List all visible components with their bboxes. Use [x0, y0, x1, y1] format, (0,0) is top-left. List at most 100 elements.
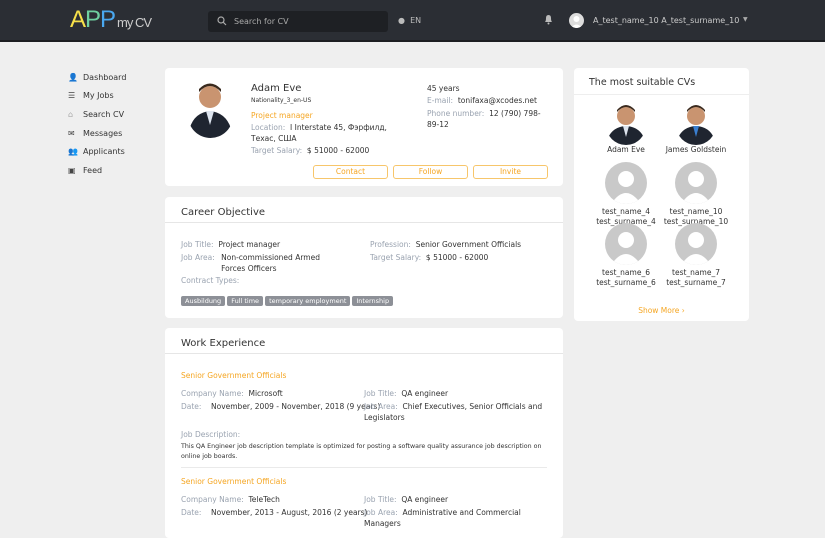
- language-label: EN: [410, 16, 422, 25]
- globe-icon: ●: [398, 16, 405, 25]
- email-value[interactable]: tonifaxa@xcodes.net: [458, 96, 537, 105]
- job-title-value: Project manager: [218, 240, 281, 249]
- envelope-icon: ✉: [68, 128, 75, 138]
- divider: [181, 467, 547, 468]
- job-area-label: Job Area:: [181, 253, 215, 262]
- cv-name-line2: test_surname_7: [666, 278, 726, 287]
- default-avatar-icon: [605, 162, 647, 204]
- chevron-down-icon[interactable]: ▼: [743, 16, 748, 23]
- job-title-label: Job Title:: [181, 240, 214, 249]
- cv-photo: [676, 103, 716, 145]
- job-title-label: Job Title:: [364, 389, 397, 398]
- job-area-label: Job Area:: [364, 402, 398, 411]
- default-avatar-icon: [675, 162, 717, 204]
- career-objective-card: Career Objective Job Title: Project mana…: [165, 197, 563, 318]
- profile-position: Project manager: [251, 111, 313, 120]
- search-icon: [217, 16, 227, 26]
- target-salary-value: $ 51000 - 62000: [425, 253, 489, 262]
- contract-tag: Ausbildung: [181, 296, 226, 306]
- job-title-value: QA engineer: [401, 389, 449, 398]
- card-title: The most suitable CVs: [574, 68, 749, 95]
- search-cv-icon: ⌂: [68, 109, 74, 119]
- sidebar-item-label: My Jobs: [83, 91, 114, 101]
- company-label: Company Name:: [181, 389, 244, 398]
- sidebar-item-label: Search CV: [83, 109, 125, 119]
- sidebar-item-label: Applicants: [83, 147, 125, 157]
- work-experience-card: Work Experience Senior Government Offici…: [165, 328, 563, 538]
- contact-button[interactable]: Contact: [313, 165, 388, 179]
- salary-label: Target Salary:: [251, 146, 303, 155]
- search-input[interactable]: Search for CV: [208, 11, 388, 32]
- feed-icon: ▣: [68, 165, 76, 175]
- user-icon: 👤: [68, 72, 78, 82]
- target-salary-label: Target Salary:: [370, 253, 422, 262]
- work-entry-heading: Senior Government Officials: [181, 477, 287, 486]
- cv-name-line2: test_surname_6: [596, 278, 656, 287]
- sidebar-item-applicants[interactable]: 👥 Applicants: [68, 142, 126, 161]
- sidebar-item-dashboard[interactable]: 👤 Dashboard: [68, 68, 126, 87]
- job-description-label: Job Description:: [181, 430, 241, 439]
- cv-photo: [606, 103, 646, 145]
- job-description-text: This QA Engineer job description templat…: [181, 443, 542, 460]
- language-selector[interactable]: ● EN: [398, 16, 421, 25]
- job-area-value: Non-commissioned Armed Forces Officers: [221, 253, 320, 273]
- location-label: Location:: [251, 123, 286, 132]
- salary-value: $ 51000 - 62000: [306, 146, 370, 155]
- default-avatar-icon: [605, 223, 647, 265]
- top-navbar: APP my CV Search for CV ● EN A_test_name_…: [0, 0, 825, 42]
- company-value: TeleTech: [248, 495, 280, 504]
- job-title-label: Job Title:: [364, 495, 397, 504]
- date-value: November, 2009 - November, 2018 (9 years…: [211, 402, 381, 411]
- company-label: Company Name:: [181, 495, 244, 504]
- job-area-label: Job Area:: [364, 508, 398, 517]
- show-more-label: Show More: [638, 306, 680, 315]
- sidebar-item-feed[interactable]: ▣ Feed: [68, 161, 126, 180]
- cv-name-line1: test_name_10: [669, 207, 723, 216]
- contract-types-label: Contract Types:: [181, 276, 240, 285]
- contract-type-tags: Ausbildung Full time temporary employment I…: [181, 288, 395, 307]
- profile-age: 45 years: [427, 84, 460, 93]
- contract-tag: Internship: [352, 296, 394, 306]
- profile-name: Adam Eve: [251, 83, 302, 94]
- cv-name-line1: test_name_6: [602, 268, 650, 277]
- sidebar-item-messages[interactable]: ✉ Messages: [68, 124, 126, 143]
- profession-value: Senior Government Officials: [415, 240, 522, 249]
- search-placeholder: Search for CV: [234, 17, 289, 26]
- company-value: Microsoft: [248, 389, 283, 398]
- date-value: November, 2013 - August, 2016 (2 years): [211, 508, 368, 517]
- profile-photo: [188, 80, 233, 138]
- suitable-cvs-card: The most suitable CVs Adam Eve James Gold…: [574, 68, 749, 321]
- sidebar-item-my-jobs[interactable]: ☰ My Jobs: [68, 87, 126, 106]
- section-title: Work Experience: [165, 328, 563, 354]
- contract-tag: Full time: [227, 296, 264, 306]
- email-label: E-mail:: [427, 96, 454, 105]
- work-entry-heading: Senior Government Officials: [181, 371, 287, 380]
- cv-name-line1: Adam Eve: [607, 145, 645, 154]
- profile-card: Adam Eve Nationality_3_en-US Project man…: [165, 68, 563, 186]
- profile-nationality: Nationality_3_en-US: [251, 97, 312, 104]
- app-logo[interactable]: APP my CV: [70, 6, 152, 34]
- date-label: Date:: [181, 402, 202, 411]
- sidebar-item-label: Feed: [83, 165, 103, 175]
- default-avatar-icon: [675, 223, 717, 265]
- invite-button[interactable]: Invite: [473, 165, 548, 179]
- date-label: Date:: [181, 508, 202, 517]
- cv-name-line1: James Goldstein: [665, 145, 727, 154]
- cv-name-line1: test_name_7: [672, 268, 720, 277]
- job-title-value: QA engineer: [401, 495, 449, 504]
- user-avatar[interactable]: [569, 13, 584, 28]
- bell-icon[interactable]: [544, 14, 553, 25]
- section-title: Career Objective: [165, 197, 563, 223]
- sidebar: 👤 Dashboard ☰ My Jobs ⌂ Search CV ✉ Messages…: [68, 68, 126, 180]
- sidebar-item-search-cv[interactable]: ⌂ Search CV: [68, 105, 126, 124]
- contract-tag: temporary employment: [265, 296, 351, 306]
- show-more-link[interactable]: Show More ›: [574, 306, 749, 315]
- sidebar-item-label: Messages: [83, 128, 123, 138]
- sidebar-item-label: Dashboard: [83, 72, 127, 82]
- follow-button[interactable]: Follow: [393, 165, 468, 179]
- profession-label: Profession:: [370, 240, 411, 249]
- chevron-right-icon: ›: [679, 306, 685, 315]
- user-name[interactable]: A_test_name_10 A_test_surname_10: [593, 16, 739, 25]
- people-icon: 👥: [68, 147, 78, 157]
- list-icon: ☰: [68, 91, 76, 101]
